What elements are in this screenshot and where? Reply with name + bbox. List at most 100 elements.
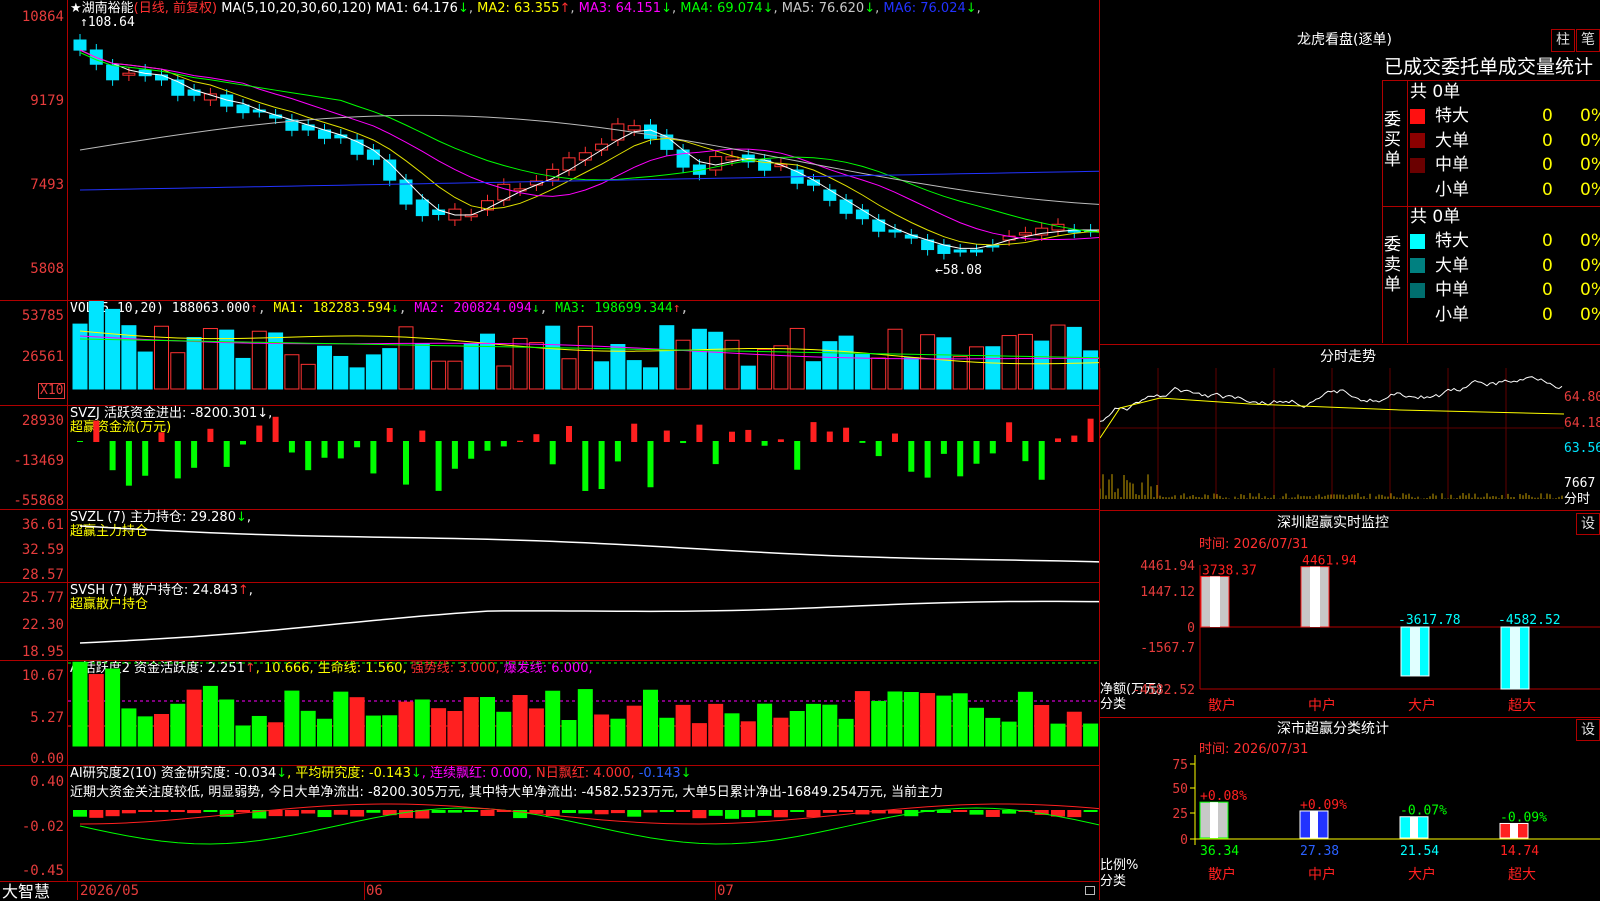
activity-bar — [757, 703, 773, 747]
main-position-chart — [79, 525, 1099, 563]
flow-bar — [77, 441, 83, 443]
order-count: 0 — [1542, 231, 1553, 251]
order-size-label: 小单 — [1435, 304, 1469, 325]
research-bar — [594, 810, 609, 815]
activity-bar — [1066, 711, 1082, 747]
research-bar — [203, 810, 218, 812]
research-bar — [121, 810, 136, 814]
y-label: 5.27 — [30, 710, 64, 726]
research-bar — [888, 810, 902, 814]
candle — [562, 157, 576, 171]
research-bar — [366, 810, 381, 813]
research-bar — [1083, 810, 1098, 812]
volume-bar — [871, 357, 887, 390]
volume-bar — [740, 365, 756, 390]
flow-bar — [549, 441, 556, 465]
y-label: 7493 — [30, 177, 64, 193]
research-bar — [317, 810, 332, 818]
research-bar — [301, 810, 316, 814]
flow-bar — [614, 441, 621, 462]
volume-bar — [643, 367, 658, 390]
color-swatch — [1410, 182, 1425, 197]
bar-view-button[interactable]: 柱 — [1551, 29, 1575, 52]
activity-bar — [1001, 721, 1017, 747]
activity-bar — [1083, 723, 1099, 747]
activity-bar — [268, 722, 284, 747]
candle — [627, 125, 641, 131]
order-pct: 0% — [1580, 106, 1600, 126]
brand-logo: 大智慧 — [2, 882, 51, 901]
order-pct: 0% — [1580, 130, 1600, 151]
volume-bar — [235, 357, 251, 390]
activity-bar — [186, 689, 202, 747]
flow-bar — [370, 441, 377, 474]
activity-bar — [871, 700, 887, 747]
research-bar — [676, 810, 691, 812]
research-bar — [431, 810, 446, 813]
stats-tabs[interactable]: 已成交委托单成交量统计 — [1384, 56, 1593, 78]
flow-bar — [207, 428, 214, 442]
unit-badge[interactable]: X10 — [38, 383, 66, 399]
research-bar — [447, 810, 462, 813]
activity-bar — [594, 714, 610, 747]
volume-bar — [284, 354, 300, 390]
volume-bar — [724, 339, 740, 390]
flow-bar — [142, 441, 149, 476]
flow-bar — [810, 422, 817, 442]
activity-bar — [545, 690, 561, 747]
activity-bar — [105, 668, 121, 747]
research-bar — [773, 810, 788, 818]
research-bar — [105, 810, 120, 817]
research-bar — [1067, 810, 1082, 818]
y-label: 0.00 — [30, 751, 64, 767]
order-row: 中单 0 0% — [1410, 278, 1600, 302]
activity-bar — [740, 721, 756, 747]
lock-icon[interactable] — [1085, 886, 1095, 895]
activity-bar — [88, 674, 104, 747]
volume-bar — [480, 333, 495, 390]
monitor-settings-button[interactable]: 设 — [1576, 513, 1600, 535]
buy-side-label: 委买单 — [1384, 110, 1401, 170]
activity-bar — [72, 661, 88, 747]
flow-bar — [647, 441, 654, 488]
volume-bar — [333, 355, 349, 390]
category-label: 散户 — [1208, 697, 1236, 714]
flow-bar — [566, 425, 572, 442]
volume-bar — [414, 343, 430, 390]
ratio-bar-highlight — [1410, 816, 1418, 838]
flow-bar — [223, 441, 230, 467]
stats-settings-button[interactable]: 设 — [1576, 719, 1600, 741]
flow-bar — [696, 424, 703, 442]
volume-bar — [1001, 335, 1017, 390]
flow-bar — [256, 425, 263, 442]
candle — [236, 104, 250, 114]
bar-label: -3617.78 — [1398, 613, 1461, 628]
activity-bar — [643, 689, 658, 747]
volume-bar — [936, 337, 952, 390]
activity-bar — [610, 718, 626, 747]
research-bar — [790, 810, 805, 812]
x-tick — [77, 882, 78, 900]
research-bar — [350, 810, 365, 817]
activity-bar — [317, 718, 332, 747]
order-count: 0 — [1542, 255, 1553, 276]
order-pct: 0% — [1580, 280, 1600, 300]
activity-bar — [887, 691, 903, 747]
flow-bar — [1038, 441, 1045, 480]
color-swatch — [1410, 157, 1425, 173]
tick-view-button[interactable]: 笔 — [1576, 29, 1600, 52]
activity-bar — [675, 704, 691, 747]
research-bar — [284, 810, 299, 817]
activity-bar — [952, 693, 968, 747]
y-label: 10.67 — [21, 668, 64, 684]
monitor-time: 时间: 2026/07/31 — [1199, 537, 1309, 552]
ma-line — [79, 49, 1099, 249]
y-label: 75 — [1172, 758, 1188, 773]
activity-bar — [154, 713, 169, 747]
research-bar — [741, 810, 756, 818]
volume-bar — [349, 367, 365, 390]
research-bar — [806, 810, 821, 818]
volume-bar — [268, 332, 284, 390]
flow-bar — [240, 441, 246, 445]
pct-label: 21.54 — [1400, 844, 1439, 859]
